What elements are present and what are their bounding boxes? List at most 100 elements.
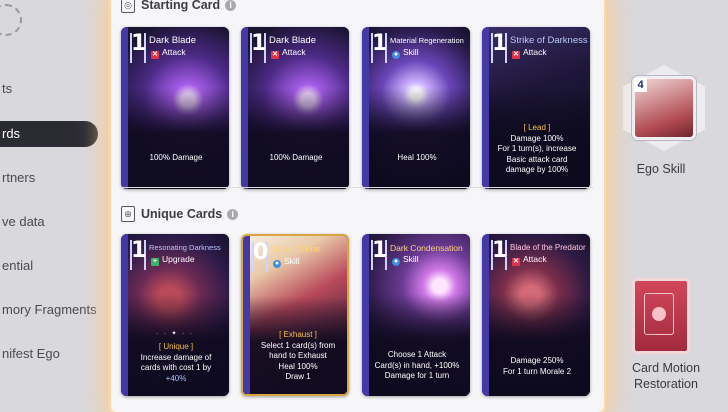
menu-item-manifest-ego[interactable]: nifest Ego xyxy=(0,341,102,367)
skill-icon: ● xyxy=(392,51,400,59)
card-name: Dark Condensation xyxy=(390,243,463,253)
menu-item-save-data[interactable]: ve data xyxy=(0,209,102,235)
card-name: Resonating Darkness xyxy=(149,243,221,252)
unique-card-3[interactable]: 1 Dark Condensation ● Skill Choose 1 Atta… xyxy=(362,234,470,396)
attack-icon: ✕ xyxy=(512,51,520,59)
unique-card-1[interactable]: 1 Resonating Darkness + Upgrade · · ✦ · ·… xyxy=(121,234,229,396)
menu-item-potential[interactable]: ential xyxy=(0,253,102,279)
side-menu: ts rds rtners ve data ential mory Fragme… xyxy=(0,0,110,410)
card-type: ✕ Attack xyxy=(151,47,186,59)
card-cost: 1 xyxy=(131,238,147,263)
card-desc-line: damage by 100% xyxy=(505,165,569,174)
card-desc: 100% Damage xyxy=(129,153,223,164)
menu-item-partners[interactable]: rtners xyxy=(0,165,102,191)
card-name: Blade of the Predator xyxy=(510,243,586,252)
card-desc-line: Basic attack card xyxy=(506,154,568,164)
starting-card-4[interactable]: 1 Strike of Darkness ✕ Attack [ Lead ] Da… xyxy=(482,27,590,189)
unique-card-4[interactable]: 1 Blade of the Predator ✕ Attack Damage 2… xyxy=(482,234,590,396)
card-motion-label-line2: Restoration xyxy=(634,377,698,391)
card-stripe xyxy=(121,27,128,189)
card-type-label: Skill xyxy=(403,47,419,57)
card-desc-line: Card(s) in hand, +100% xyxy=(374,360,460,370)
card-type-label: Upgrade xyxy=(162,254,195,264)
card-motion-restoration-button[interactable] xyxy=(632,278,690,354)
unique-cards-title: Unique Cards i xyxy=(141,207,239,221)
card-keyword: [ Exhaust ] xyxy=(279,330,317,339)
card-desc-line: For 1 turn Morale 2 xyxy=(502,366,572,376)
skill-icon: ● xyxy=(273,260,281,268)
card-keyword: [ Unique ] xyxy=(158,342,194,351)
card-type: ✕ Attack xyxy=(271,47,306,59)
unique-card-2[interactable]: 0 Snack Time ● Skill [ Exhaust ] Select 1… xyxy=(241,234,349,396)
attack-icon: ✕ xyxy=(512,258,520,266)
card-stripe xyxy=(362,27,369,189)
card-type: + Upgrade xyxy=(151,254,195,266)
card-desc: [ Lead ] Damage 100% For 1 turn(s), incr… xyxy=(490,123,584,176)
card-type: ● Skill xyxy=(273,256,300,268)
card-stripe xyxy=(243,236,250,394)
card-desc-line: Draw 1 xyxy=(285,372,311,381)
card-stripe xyxy=(121,234,128,396)
starting-card-icon: ◎ xyxy=(121,0,135,13)
card-cost: 1 xyxy=(131,31,147,56)
card-desc-line: 100% Damage xyxy=(149,153,203,162)
card-type-label: Attack xyxy=(282,47,306,57)
ego-skill-label: Ego Skill xyxy=(636,162,686,176)
card-type: ● Skill xyxy=(392,254,419,266)
card-cost: 1 xyxy=(492,238,508,263)
card-shade xyxy=(121,87,229,189)
card-desc-line: hand to Exhaust xyxy=(269,351,327,360)
card-shade xyxy=(482,294,590,396)
card-stripe xyxy=(241,27,248,189)
card-cost: 1 xyxy=(492,31,508,56)
card-cost: 0 xyxy=(253,240,269,265)
card-shade xyxy=(362,87,470,189)
card-desc: Damage 250% For 1 turn Morale 2 xyxy=(490,356,584,377)
card-stripe xyxy=(362,234,369,396)
card-desc-line: For 1 turn(s), increase xyxy=(497,144,577,153)
card-desc-line: Damage 250% xyxy=(510,356,564,365)
card-stripe xyxy=(482,27,489,189)
card-desc: [ Unique ] Increase damage of cards with… xyxy=(129,342,223,384)
ego-cost-badge: 4 xyxy=(634,78,647,92)
card-type-label: Skill xyxy=(284,256,300,266)
right-panel: 4 Ego Skill Card Motion Restoration xyxy=(604,0,728,410)
card-desc-line: +40% xyxy=(165,373,187,383)
starting-card-3[interactable]: 1 Material Regeneration ● Skill Heal 100% xyxy=(362,27,470,189)
card-motion-label-line1: Card Motion xyxy=(631,361,701,375)
card-desc-line: 100% Damage xyxy=(269,153,323,162)
starting-card-2[interactable]: 1 Dark Blade ✕ Attack 100% Damage xyxy=(241,27,349,189)
menu-item-1[interactable]: ts xyxy=(0,76,102,102)
skill-icon: ● xyxy=(392,258,400,266)
card-type: ✕ Attack xyxy=(512,254,547,266)
card-desc: Choose 1 Attack Card(s) in hand, +100% D… xyxy=(370,350,464,382)
info-icon[interactable]: i xyxy=(225,0,237,11)
card-desc-line: Heal 100% xyxy=(278,361,318,371)
card-type: ✕ Attack xyxy=(512,47,547,59)
card-shade xyxy=(241,87,349,189)
card-name: Strike of Darkness xyxy=(510,35,588,46)
card-cost: 1 xyxy=(372,238,388,263)
card-type-label: Skill xyxy=(403,254,419,264)
card-desc: [ Exhaust ] Select 1 card(s) from hand t… xyxy=(251,330,345,383)
card-type-label: Attack xyxy=(523,254,547,264)
menu-item-memory-fragments[interactable]: mory Fragments xyxy=(0,297,102,323)
upgrade-icon: + xyxy=(151,258,159,266)
info-icon[interactable]: i xyxy=(227,209,239,220)
ego-skill-portrait[interactable]: 4 xyxy=(623,65,705,151)
unique-card-icon: ⊕ xyxy=(121,206,135,222)
starting-card-1[interactable]: 1 Dark Blade ✕ Attack 100% Damage xyxy=(121,27,229,189)
card-desc: 100% Damage xyxy=(249,153,343,164)
card-name: Material Regeneration xyxy=(390,36,464,45)
card-name: Dark Blade xyxy=(269,35,316,46)
starting-card-title-text: Starting Card xyxy=(141,0,221,12)
card-back-emblem-icon xyxy=(652,307,666,321)
card-desc: Heal 100% xyxy=(370,153,464,164)
card-ornament: · · ✦ · · xyxy=(156,331,194,337)
starting-card-title: Starting Card i xyxy=(141,0,237,12)
card-cost: 1 xyxy=(251,31,267,56)
card-desc-line: Damage for 1 turn xyxy=(384,371,450,380)
menu-item-cards[interactable]: rds xyxy=(0,121,98,147)
card-cost: 1 xyxy=(372,31,388,56)
card-type: ● Skill xyxy=(392,47,419,59)
